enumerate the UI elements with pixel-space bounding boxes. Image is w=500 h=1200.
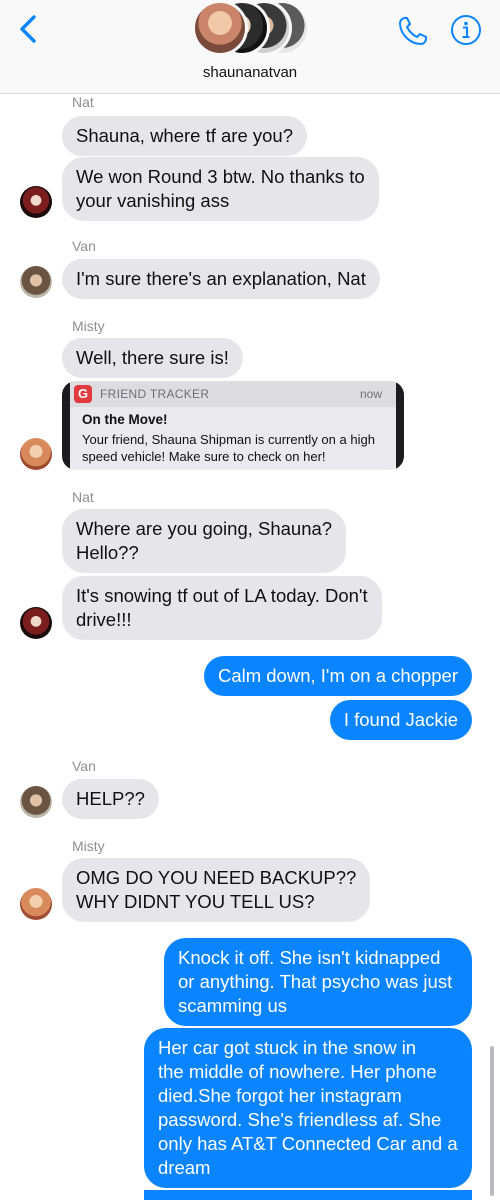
message-bubble[interactable]: It's snowing tf out of LA today. Don't d…: [62, 576, 382, 640]
message-bubble[interactable]: Shauna, where tf are you?: [62, 116, 308, 156]
avatar[interactable]: [20, 786, 52, 818]
message-bubble-outgoing[interactable]: Her car got stuck in the snow in the mid…: [144, 1028, 472, 1188]
message-bubble[interactable]: Well, there sure is!: [62, 338, 243, 378]
group-avatar[interactable]: [192, 0, 310, 58]
scroll-indicator[interactable]: [490, 1046, 494, 1196]
avatar[interactable]: [20, 266, 52, 298]
avatar[interactable]: [20, 607, 52, 639]
friend-tracker-app-icon: G: [74, 385, 92, 403]
message-bubble-outgoing[interactable]: Calm down, I'm on a chopper: [203, 656, 472, 696]
member-avatar: [192, 0, 248, 56]
avatar[interactable]: [20, 438, 52, 470]
message-bubble-outgoing[interactable]: I found Jackie: [329, 700, 472, 740]
notification-screenshot[interactable]: G FRIEND TRACKER now On the Move! Your f…: [62, 381, 404, 470]
message-bubble-outgoing[interactable]: Knock it off. She isn't kidnapped or any…: [164, 938, 472, 1026]
conversation-title[interactable]: shaunanatvan: [0, 64, 500, 81]
message-bubble[interactable]: I'm sure there's an explanation, Nat: [62, 259, 380, 299]
phone-icon[interactable]: [396, 14, 430, 48]
sender-name: Van: [72, 238, 96, 254]
screenshot-edge: [62, 381, 70, 470]
sender-name: Nat: [72, 489, 94, 505]
notification-time: now: [359, 387, 382, 401]
notification-body: Your friend, Shauna Shipman is currently…: [82, 432, 375, 464]
sender-name: Van: [72, 758, 96, 774]
avatar[interactable]: [20, 888, 52, 920]
notification-app-name: FRIEND TRACKER: [100, 387, 210, 401]
message-bubble[interactable]: OMG DO YOU NEED BACKUP?? WHY DIDNT YOU T…: [62, 858, 371, 922]
screenshot-edge: [396, 381, 404, 470]
message-bubble-partial: [144, 1190, 472, 1200]
avatar[interactable]: [20, 186, 52, 218]
message-bubble[interactable]: We won Round 3 btw. No thanks to your va…: [62, 157, 379, 221]
chevron-left-icon[interactable]: [14, 14, 44, 44]
info-icon[interactable]: [450, 14, 482, 46]
conversation-header: shaunanatvan: [0, 0, 500, 94]
sender-name: Misty: [72, 318, 105, 334]
notification-title: On the Move!: [82, 412, 168, 427]
message-bubble[interactable]: HELP??: [62, 779, 159, 819]
sender-name: Misty: [72, 838, 105, 854]
message-bubble[interactable]: Where are you going, Shauna? Hello??: [62, 509, 347, 573]
sender-name: Nat: [72, 94, 94, 110]
